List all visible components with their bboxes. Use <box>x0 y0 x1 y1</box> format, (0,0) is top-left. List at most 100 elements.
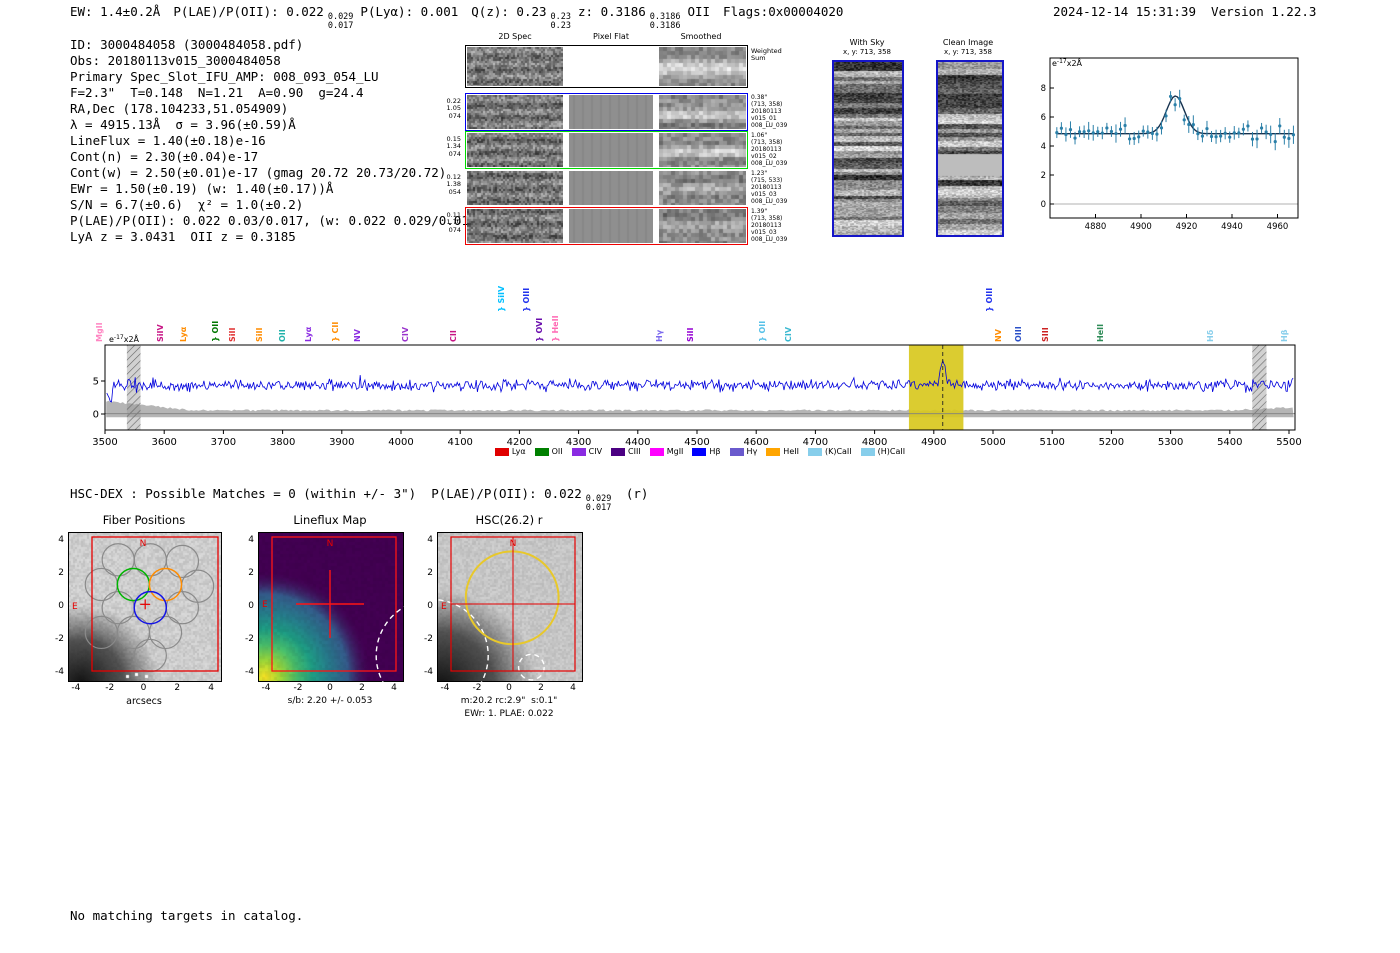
legend-item: OII <box>534 447 563 456</box>
masked-region-hatch <box>1252 345 1267 430</box>
info-line: Primary Spec_Slot_IFU_AMP: 008_093_054_L… <box>70 69 379 84</box>
z-range: 0.3186 0.3186 <box>650 13 681 30</box>
emission-line-label: } SiIV <box>496 285 506 312</box>
clean-image-coords: x, y: 713, 358 <box>944 48 992 56</box>
legend-item: (H)CaII <box>860 447 906 456</box>
legend-label: Hβ <box>709 447 721 456</box>
panel-x-tick-label: -4 <box>440 683 450 693</box>
panel-y-tick-label: 4 <box>248 535 254 545</box>
panel-y-tick-label: -4 <box>424 667 433 677</box>
row-pixelflat-image <box>569 171 653 205</box>
with-sky-image <box>832 60 904 237</box>
fiber-circle <box>116 615 151 650</box>
plae-poii-value: P(LAE)/P(OII): 0.022 <box>173 4 324 19</box>
legend-label: MgII <box>666 447 684 456</box>
with-sky-coords: x, y: 713, 358 <box>843 48 891 56</box>
compass-north-label: N <box>140 539 147 549</box>
info-line: LineFlux = 1.40(±0.18)e-16 <box>70 133 266 148</box>
panel-y-tick-label: -2 <box>245 634 254 644</box>
panel-y-tick-label: 2 <box>248 568 254 578</box>
svg-text:4960: 4960 <box>1267 222 1289 232</box>
aperture-circle <box>464 550 560 646</box>
row-obs-info: 1.23" (715, 533) 20180113 v015_03 008_LU_039 <box>751 170 788 205</box>
svg-text:0: 0 <box>93 410 99 421</box>
panel-y-tick-label: -2 <box>424 634 433 644</box>
compass-east-label: E <box>72 602 78 612</box>
row-2dspec-image <box>467 209 563 243</box>
legend-item: CIII <box>611 447 641 456</box>
error-band <box>106 400 1294 418</box>
fiber-circle-green <box>116 567 151 602</box>
emission-line-label: } OIII <box>521 287 531 312</box>
svg-text:e-17x2Å: e-17x2Å <box>109 333 140 344</box>
p-lya-value: P(Lyα): 0.001 <box>360 4 459 19</box>
col-header-2dspec: 2D Spec <box>498 32 532 41</box>
row-weight-stats: 0.11 1.70 074 <box>446 211 461 234</box>
info-line: LyA z = 3.0431 OII z = 0.3185 <box>70 229 296 244</box>
legend-swatch <box>766 447 781 456</box>
svg-text:4900: 4900 <box>1130 222 1152 232</box>
row-weight-stats: 0.15 1.34 074 <box>446 135 461 158</box>
hsc-dex-sub: 0.017 <box>585 502 612 513</box>
svg-text:2: 2 <box>1041 171 1046 181</box>
row-pixelflat-image <box>569 95 653 129</box>
legend-item: Hβ <box>692 447 721 456</box>
svg-text:4: 4 <box>1041 142 1046 152</box>
row-2dspec-image <box>467 171 563 205</box>
fiber-circle <box>84 567 118 602</box>
legend-item: Hγ <box>729 447 757 456</box>
legend-swatch <box>534 447 549 456</box>
lineflux-caption: s/b: 2.20 +/- 0.053 <box>287 696 373 706</box>
info-line: ID: 3000484058 (3000484058.pdf) <box>70 37 304 52</box>
fiber-circle-orange <box>148 567 183 602</box>
fiber-positions-title: Fiber Positions <box>102 513 186 527</box>
weighted-sum-label: Weighted Sum <box>751 47 782 63</box>
svg-text:0: 0 <box>1041 200 1046 210</box>
svg-text:4880: 4880 <box>1085 222 1107 232</box>
row-obs-info: 0.38" (713, 358) 20180113 v015_01 008_LU_039 <box>751 94 788 129</box>
legend-swatch <box>729 447 744 456</box>
legend-swatch <box>494 447 509 456</box>
plae-sub: 0.017 <box>327 20 354 31</box>
legend-label: (H)CaII <box>877 447 906 456</box>
fiber-circle <box>101 591 135 625</box>
panel-x-tick-label: 2 <box>174 683 181 693</box>
row-smoothed-image <box>659 95 746 129</box>
hsc-dex-suffix: (r) <box>618 486 649 501</box>
svg-text:8: 8 <box>1041 84 1046 94</box>
clean-image <box>936 60 1004 237</box>
legend-swatch <box>649 447 664 456</box>
svg-text:6: 6 <box>1041 113 1046 123</box>
hsc-dex-prefix: HSC-DEX : Possible Matches = 0 (within +… <box>70 486 582 501</box>
legend-label: Lyα <box>511 447 526 456</box>
legend-swatch <box>692 447 707 456</box>
ew-value: EW: 1.4±0.2Å <box>70 4 161 19</box>
info-line: P(LAE)/P(OII): 0.022 0.03/0.017, (w: 0.0… <box>70 213 484 228</box>
panel-x-tick-label: 4 <box>391 683 397 693</box>
row-smoothed-image <box>659 171 746 205</box>
panel-y-tick-label: 0 <box>427 601 433 611</box>
fiber-circle <box>165 544 200 579</box>
panel-x-tick-label: -2 <box>472 683 482 693</box>
panel-y-tick-label: 0 <box>248 601 254 611</box>
emission-line-label: } OIII <box>985 287 995 312</box>
legend-swatch <box>571 447 586 456</box>
extraction-region-box <box>91 536 219 672</box>
col-header-pixelflat: Pixel Flat <box>593 32 629 41</box>
info-line: λ = 4915.13Å σ = 3.96(±0.59)Å <box>70 117 296 132</box>
footer-line-1: No matching targets in catalog. <box>70 908 304 923</box>
svg-text:5: 5 <box>93 377 99 388</box>
fiber-xlabel: arcsecs <box>126 696 162 707</box>
fiber-circle <box>180 569 215 603</box>
panel-x-tick-label: 4 <box>570 683 576 693</box>
panel-y-tick-label: 2 <box>58 568 64 578</box>
compass-north-label: N <box>327 539 334 549</box>
info-line: F=2.3" T=0.148 N=1.21 A=0.90 g=24.4 <box>70 85 364 100</box>
panel-y-tick-label: 4 <box>58 535 64 545</box>
legend-swatch <box>807 447 822 456</box>
fiber-circle <box>148 615 183 650</box>
legend-swatch <box>860 447 875 456</box>
panel-x-tick-label: 0 <box>140 683 147 693</box>
panel-x-tick-label: 0 <box>506 683 512 693</box>
legend-item: MgII <box>649 447 684 456</box>
